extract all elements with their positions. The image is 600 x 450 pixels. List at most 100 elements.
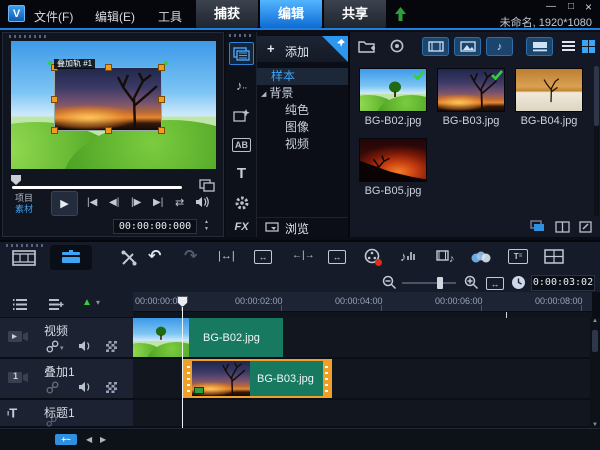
library-item[interactable]: BG-B04.jpg — [510, 68, 588, 127]
export-up-arrow-icon[interactable] — [394, 7, 407, 22]
tools-button[interactable] — [120, 249, 138, 267]
maximize-button[interactable]: □ — [568, 1, 574, 13]
category-title-icon[interactable]: T — [229, 162, 254, 184]
panel-drag-handle[interactable] — [9, 35, 47, 38]
panel-drag-handle[interactable] — [6, 244, 44, 247]
nav-item-background[interactable]: ◢背景 — [257, 85, 348, 102]
track-header-overlay1[interactable]: 1 叠加1 — [0, 359, 133, 400]
zoom-out-icon[interactable] — [382, 275, 397, 290]
filter-audio-button[interactable]: ♪ — [486, 37, 513, 56]
ripple-edit-button[interactable]: ←|→ — [292, 250, 315, 261]
timeline-view-button[interactable] — [50, 245, 92, 270]
prev-frame-button[interactable]: ◀| — [109, 197, 119, 208]
capture-aperture-icon[interactable] — [390, 39, 404, 53]
category-media-icon[interactable] — [229, 42, 254, 65]
preview-timecode[interactable]: 00:00:00:000 — [113, 219, 197, 234]
grid-view-button[interactable] — [582, 40, 595, 53]
color-grading-button[interactable] — [470, 250, 492, 264]
resize-handle[interactable] — [158, 96, 165, 103]
rotate-handle[interactable] — [164, 61, 168, 65]
loop-button[interactable]: ⇄ — [175, 196, 184, 209]
trim-marker-button[interactable]: |↔| — [218, 250, 235, 262]
mode-clip[interactable]: 素材 — [15, 204, 33, 215]
rotate-handle[interactable] — [48, 61, 52, 65]
track-mosaic-icon[interactable] — [106, 341, 117, 352]
library-item[interactable]: BG-B02.jpg — [354, 68, 432, 127]
storyboard-view-button[interactable] — [12, 250, 36, 266]
sound-mixer-button[interactable]: ♪ — [400, 249, 417, 264]
import-folder-icon[interactable] — [358, 39, 376, 53]
library-item[interactable]: BG-B03.jpg — [432, 68, 510, 127]
track-mosaic-icon[interactable] — [106, 382, 117, 393]
resize-handle[interactable] — [105, 127, 112, 134]
tab-edit[interactable]: 编辑 — [260, 0, 322, 28]
filter-video-button[interactable] — [422, 37, 449, 56]
timecode-spin-down[interactable]: ▼ — [204, 226, 209, 233]
zoom-slider-track[interactable] — [402, 282, 456, 284]
resize-handle[interactable] — [158, 127, 165, 134]
nav-item-solid-color[interactable]: 纯色 — [257, 102, 348, 119]
play-button[interactable]: ▶ — [51, 191, 78, 216]
panel-drag-handle[interactable] — [229, 34, 254, 37]
link-dropdown-icon[interactable]: ▾ — [60, 344, 64, 352]
undo-button[interactable]: ↶ — [148, 246, 161, 266]
split-screen-button[interactable] — [544, 249, 564, 264]
browse-row[interactable]: 浏览 — [257, 217, 348, 235]
next-frame-button[interactable]: |▶ — [131, 197, 141, 208]
show-all-button[interactable] — [526, 37, 553, 56]
swap-tracks-button[interactable]: +~ — [55, 434, 77, 445]
track-header-video[interactable]: 视频 ▾ — [0, 318, 133, 359]
resize-handle[interactable] — [51, 96, 58, 103]
menu-edit[interactable]: 编辑(E) — [95, 8, 135, 25]
volume-icon[interactable] — [195, 196, 209, 208]
scroll-right-icon[interactable]: ▶ — [100, 435, 106, 444]
auto-music-button[interactable]: ♪ — [436, 249, 455, 265]
resize-handle[interactable] — [51, 127, 58, 134]
trim-handle-right[interactable] — [323, 361, 330, 396]
track-volume-icon[interactable] — [78, 340, 92, 352]
library-panel-icon[interactable] — [530, 220, 546, 233]
category-filter-fx-icon[interactable]: FX — [229, 218, 254, 236]
scrubber-track[interactable] — [12, 186, 182, 189]
track-manager-icon[interactable] — [12, 298, 28, 311]
scrubber-marker[interactable] — [11, 175, 21, 185]
clip-bg-b02[interactable]: BG-B02.jpg — [133, 318, 283, 357]
scroll-up-icon[interactable]: ▲ — [592, 318, 598, 324]
fit-timeline-window-icon[interactable]: ↔ — [486, 277, 504, 290]
timeline-timecode[interactable]: 0:00:03:02 — [531, 275, 595, 291]
expand-twisty-icon[interactable]: ◢ — [261, 91, 266, 98]
resize-handle[interactable] — [105, 64, 112, 71]
menu-file[interactable]: 文件(F) — [34, 8, 73, 25]
category-audio-icon[interactable]: ♪,, — [229, 74, 254, 96]
nav-item-sample[interactable]: 样本 — [257, 68, 348, 85]
minimize-button[interactable]: — — [546, 1, 556, 13]
category-transition-icon[interactable]: AB — [229, 134, 254, 156]
fit-project-button[interactable]: ↔ — [254, 250, 272, 264]
add-track-icon[interactable] — [48, 298, 64, 311]
storyboard-pages-icon[interactable] — [555, 221, 570, 233]
timeline-scrollbar[interactable]: ▲ ▼ — [590, 318, 600, 428]
dual-preview-icon[interactable] — [199, 179, 215, 192]
scroll-left-icon[interactable]: ◀ — [86, 435, 92, 444]
nav-item-image[interactable]: 图像 — [257, 119, 348, 136]
redo-button[interactable]: ↷ — [184, 246, 197, 266]
menu-tools[interactable]: 工具 — [158, 8, 182, 25]
filter-photo-button[interactable] — [454, 37, 481, 56]
library-scrollbar[interactable] — [594, 66, 599, 216]
track-lane-overlay1[interactable]: BG-B03.jpg — [133, 359, 590, 400]
preview-canvas[interactable]: 叠加轨 #1 — [11, 41, 216, 169]
subtitle-editor-button[interactable]: T≡ — [508, 249, 528, 264]
timeline-ruler[interactable]: 00:00:00:00 00:00:02:00 00:00:04:00 00:0… — [133, 292, 592, 312]
zoom-slider-handle[interactable] — [437, 277, 443, 289]
clock-icon[interactable] — [511, 275, 526, 290]
nav-item-video[interactable]: 视频 — [257, 136, 348, 153]
timecode-spin-up[interactable]: ▲ — [204, 219, 209, 226]
chroma-key-icon[interactable]: ▲ — [82, 297, 92, 308]
track-record-button[interactable] — [364, 248, 383, 267]
overlay-clip-selection[interactable]: 叠加轨 #1 — [54, 67, 162, 131]
tab-capture[interactable]: 捕获 — [196, 0, 258, 28]
track-volume-icon[interactable] — [78, 381, 92, 393]
link-icon[interactable] — [46, 340, 59, 353]
chroma-dropdown-icon[interactable]: ▾ — [96, 298, 100, 307]
trim-handle-left[interactable] — [185, 361, 192, 396]
